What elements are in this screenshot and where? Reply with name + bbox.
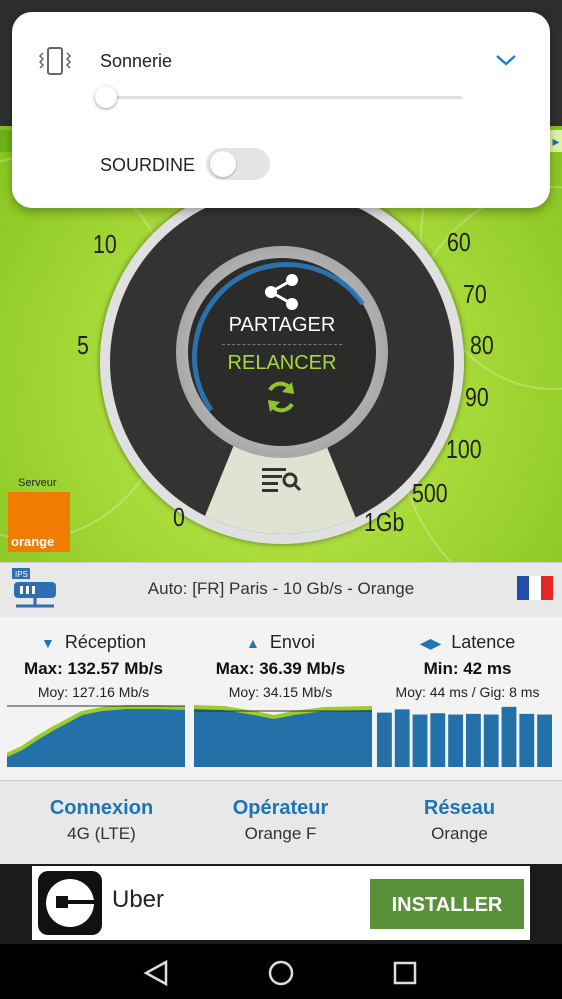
scale-label-100: 100 <box>446 434 482 464</box>
latency-bar <box>430 713 446 767</box>
mute-label: SOURDINE <box>100 155 196 175</box>
reception-column: ▼ Réception Max: 132.57 Mb/s Moy: 127.16… <box>0 617 187 780</box>
mute-toggle-knob <box>210 151 236 177</box>
france-flag-icon <box>517 576 553 600</box>
ringtone-label: Sonnerie <box>100 51 173 71</box>
reception-label: Réception <box>64 632 146 652</box>
scale-label-5: 5 <box>77 330 89 360</box>
scale-label-10: 10 <box>93 229 117 259</box>
scale-label-500: 500 <box>412 478 448 508</box>
server-description[interactable]: Auto: [FR] Paris - 10 Gb/s - Orange <box>0 579 562 599</box>
volume-slider-thumb[interactable] <box>95 86 117 108</box>
restart-label[interactable]: RELANCER <box>182 352 382 375</box>
operator-value: Orange F <box>244 824 317 843</box>
scale-label-90: 90 <box>465 382 489 412</box>
reception-avg: Moy: 127.16 Mb/s <box>37 684 150 700</box>
right-arrow-icon[interactable]: ▸ <box>550 130 562 152</box>
volume-panel <box>12 12 550 208</box>
up-arrow-icon: ▲ <box>246 635 260 651</box>
stats-panel: ▼ Réception Max: 132.57 Mb/s Moy: 127.16… <box>0 617 562 780</box>
connection-title: Connexion <box>49 797 154 819</box>
search-list-icon[interactable] <box>262 466 302 492</box>
orange-logo-text: orange <box>11 534 55 549</box>
latency-min: Min: 42 ms <box>423 659 512 678</box>
latency-bar <box>483 714 499 767</box>
left-edge-tab <box>0 130 12 152</box>
latency-bar <box>501 706 517 767</box>
ad-app-name[interactable]: Uber <box>112 886 164 914</box>
network-title: Réseau <box>423 797 496 819</box>
latency-graph <box>376 706 553 767</box>
connection-value: 4G (LTE) <box>67 824 136 843</box>
reception-graph <box>7 705 185 767</box>
latency-header: ◀▶ Latence <box>374 632 561 653</box>
network-info-bar: Connexion 4G (LTE) Opérateur Orange F Ré… <box>0 780 562 867</box>
orange-logo[interactable]: orange <box>8 492 70 552</box>
reception-max: Max: 132.57 Mb/s <box>24 659 163 678</box>
share-icon[interactable] <box>262 272 302 312</box>
upload-max: Max: 36.39 Mb/s <box>215 659 346 678</box>
latency-arrows-icon: ◀▶ <box>419 635 442 651</box>
latency-bar <box>412 714 428 767</box>
operator-info: Opérateur Orange F <box>187 781 374 844</box>
scale-label-1gb: 1Gb <box>364 507 405 537</box>
upload-graph <box>194 705 372 767</box>
network-info: Réseau Orange <box>366 781 553 844</box>
upload-label: Envoi <box>269 632 315 652</box>
share-label[interactable]: PARTAGER <box>182 314 382 337</box>
upload-header: ▲ Envoi <box>187 632 374 653</box>
latency-bar <box>394 709 410 767</box>
operator-title: Opérateur <box>232 797 329 819</box>
latency-bar <box>465 713 481 767</box>
install-button[interactable]: INSTALLER <box>370 879 524 929</box>
mute-toggle[interactable] <box>206 148 270 180</box>
ips-label: IPS <box>15 570 28 579</box>
connection-info: Connexion 4G (LTE) <box>8 781 195 844</box>
latency-bar <box>376 712 392 767</box>
scale-label-60: 60 <box>447 227 471 257</box>
scale-label-0: 0 <box>173 502 185 532</box>
network-value: Orange <box>431 824 488 843</box>
latency-bar <box>537 714 553 767</box>
home-icon[interactable] <box>266 958 296 988</box>
center-divider <box>222 344 342 345</box>
latency-bar <box>519 713 535 767</box>
back-icon[interactable] <box>142 958 172 988</box>
latency-label: Latence <box>451 632 516 652</box>
down-arrow-icon: ▼ <box>41 635 55 651</box>
volume-slider-track[interactable] <box>106 96 462 99</box>
server-label: Serveur <box>18 477 57 489</box>
recents-icon[interactable] <box>390 958 420 988</box>
scale-label-80: 80 <box>470 330 494 360</box>
vibrate-icon[interactable] <box>38 46 72 76</box>
chevron-down-icon[interactable] <box>494 50 518 70</box>
latency-bar <box>448 714 464 767</box>
upload-column: ▲ Envoi Max: 36.39 Mb/s Moy: 34.15 Mb/s <box>187 617 374 780</box>
latency-column: ◀▶ Latence Min: 42 ms Moy: 44 ms / Gig: … <box>374 617 561 780</box>
upload-avg: Moy: 34.15 Mb/s <box>228 684 333 700</box>
refresh-icon[interactable] <box>262 378 300 416</box>
scale-label-70: 70 <box>463 279 487 309</box>
reception-header: ▼ Réception <box>0 632 187 653</box>
uber-app-icon[interactable] <box>38 871 102 935</box>
latency-avg: Moy: 44 ms / Gig: 8 ms <box>395 684 540 700</box>
